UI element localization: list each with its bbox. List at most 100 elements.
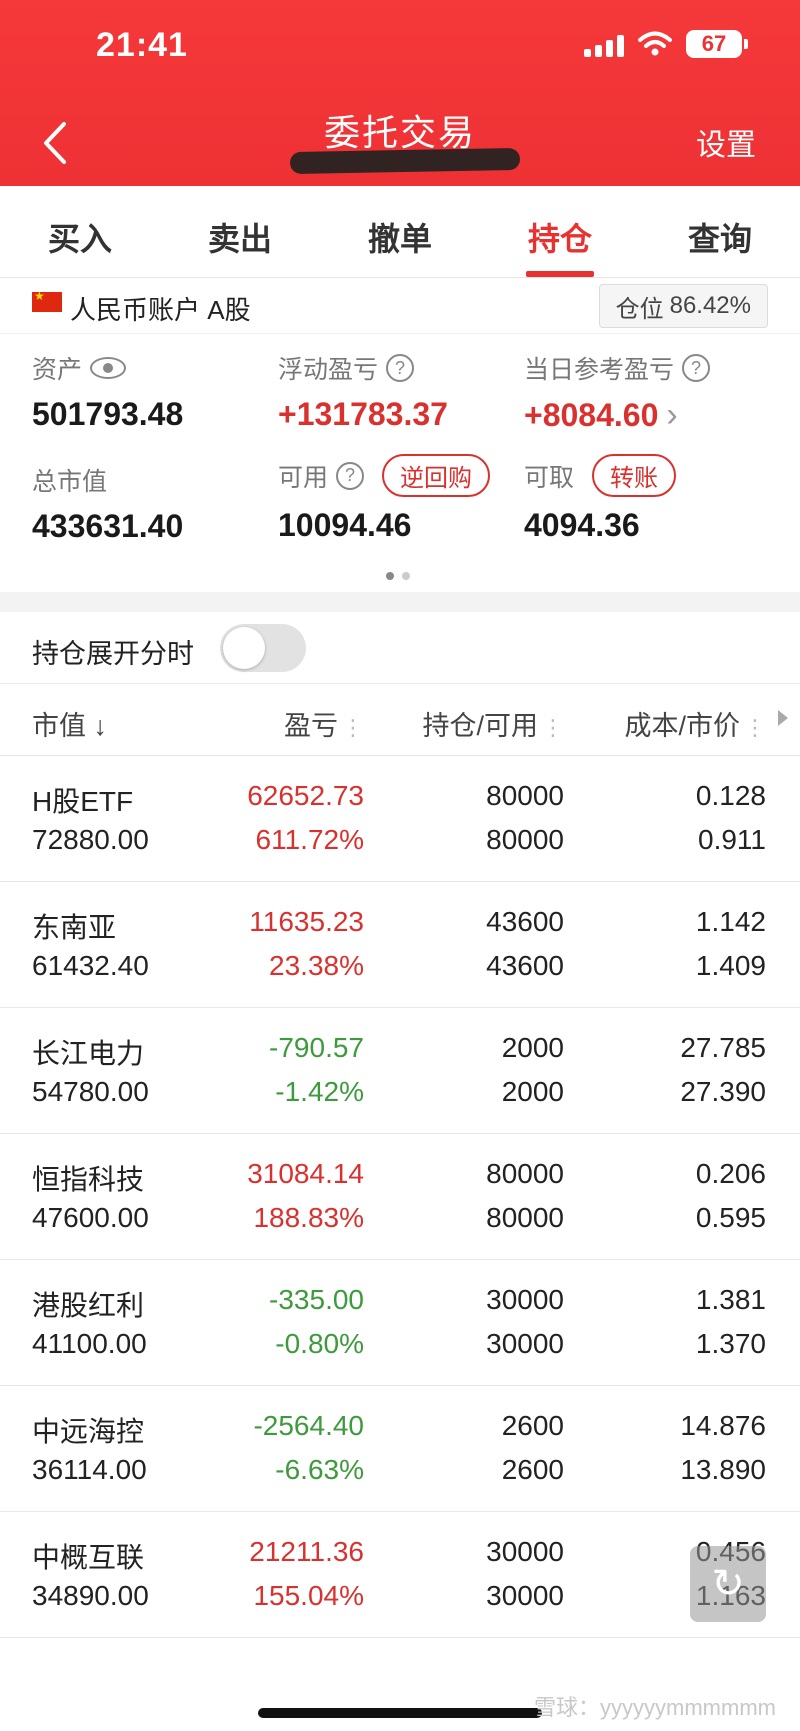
sort-pnl[interactable]: 盈亏 ⋮ (284, 704, 364, 743)
status-icons: 67 (584, 30, 748, 58)
stock-name: 长江电力 (32, 1038, 145, 1069)
wifi-icon (638, 31, 672, 56)
market-price: 0.595 (695, 1202, 766, 1233)
eye-icon[interactable] (90, 357, 127, 379)
market-value: 36114.00 (32, 1454, 147, 1485)
market-value-value: 433631.40 (32, 508, 184, 544)
pnl-percent: 23.38% (269, 950, 364, 981)
table-row[interactable]: 中远海控 36114.00 -2564.40 -6.63% 2600 2600 14.876… (0, 1386, 800, 1512)
tab-buy[interactable]: 买入 (0, 186, 160, 277)
market-value: 47600.00 (32, 1202, 149, 1233)
pnl-amount: 11635.23 (249, 906, 364, 937)
transfer-button[interactable]: 转账 (592, 454, 677, 497)
available-qty: 2600 (501, 1454, 564, 1485)
holding-qty: 30000 (486, 1284, 564, 1315)
pnl-amount: -790.57 (269, 1032, 364, 1063)
pnl-percent: 155.04% (253, 1580, 364, 1611)
tab-sell[interactable]: 卖出 (160, 186, 320, 277)
market-value: 34890.00 (32, 1580, 149, 1611)
intraday-toggle[interactable] (220, 624, 306, 672)
market-price: 1.409 (695, 950, 766, 981)
table-row[interactable]: 港股红利 41100.00 -335.00 -0.80% 30000 30000 1.381… (0, 1260, 800, 1386)
market-value: 61432.40 (32, 950, 149, 981)
available-label: 可用 (278, 463, 329, 492)
floating-pnl-value: +131783.37 (278, 396, 448, 432)
market-value: 41100.00 (32, 1328, 147, 1359)
daily-pnl-cell[interactable]: 当日参考盈亏? +8084.60 › (524, 350, 711, 435)
section-divider (0, 592, 800, 612)
position-ratio-badge: 仓位 86.42% (598, 284, 768, 328)
available-qty: 30000 (486, 1580, 564, 1611)
cost-price: 1.142 (695, 906, 766, 937)
cost-price: 14.876 (680, 1410, 766, 1441)
trade-tabs: 买入 卖出 撤单 持仓 查询 (0, 186, 800, 278)
pnl-amount: -335.00 (269, 1284, 364, 1315)
table-row[interactable]: H股ETF 72880.00 62652.73 611.72% 80000 80000 0.… (0, 756, 800, 882)
pnl-percent: -1.42% (275, 1076, 364, 1107)
refresh-icon[interactable]: ↻ (690, 1546, 766, 1622)
home-indicator (258, 1708, 542, 1718)
withdrawable-cell: 可取 转账 4094.36 (524, 454, 677, 544)
position-value: 86.42% (669, 292, 751, 319)
available-qty: 80000 (486, 1202, 564, 1233)
stock-name: 中远海控 (32, 1416, 145, 1447)
assets-label: 资产 (32, 356, 83, 384)
sort-market-value[interactable]: 市值 ↓ (32, 704, 107, 743)
cellular-signal-icon (584, 31, 624, 57)
page-indicator (386, 572, 410, 580)
holding-qty: 80000 (486, 780, 564, 811)
toggle-label: 持仓展开分时 (32, 639, 194, 669)
table-row[interactable]: 恒指科技 47600.00 31084.14 188.83% 80000 80000 0.2… (0, 1134, 800, 1260)
help-icon[interactable]: ? (682, 354, 711, 382)
cost-price: 1.381 (695, 1284, 766, 1315)
scroll-right-icon[interactable] (778, 710, 788, 726)
market-price: 1.370 (695, 1328, 766, 1359)
page-title: 委托交易 (323, 112, 476, 153)
tab-cancel[interactable]: 撤单 (320, 186, 480, 277)
intraday-toggle-row: 持仓展开分时 (0, 612, 800, 684)
sort-cost-price[interactable]: 成本/市价 ⋮ (624, 704, 766, 743)
stock-name: 中概互联 (32, 1542, 145, 1573)
pnl-percent: -6.63% (275, 1454, 364, 1485)
holding-qty: 30000 (486, 1536, 564, 1567)
account-row: 人民币账户 A股 仓位 86.42% (0, 278, 800, 334)
daily-pnl-value: +8084.60 (524, 397, 659, 433)
reverse-repo-button[interactable]: 逆回购 (382, 454, 491, 497)
withdrawable-label: 可取 (524, 463, 575, 492)
withdrawable-value: 4094.36 (524, 507, 640, 543)
account-summary: 资产 501793.48 浮动盈亏? +131783.37 当日参考盈亏? +8… (0, 350, 800, 590)
help-icon[interactable]: ? (386, 354, 415, 382)
position-label: 仓位 (615, 295, 664, 323)
stock-name: 港股红利 (32, 1290, 145, 1321)
assets-cell: 资产 501793.48 (32, 350, 183, 433)
redaction-mark (289, 147, 521, 175)
market-value-cell: 总市值 433631.40 (32, 462, 183, 545)
pnl-percent: -0.80% (275, 1328, 364, 1359)
help-icon[interactable]: ? (336, 461, 365, 490)
available-cell: 可用? 逆回购 10094.46 (278, 454, 491, 544)
chevron-right-icon[interactable]: › (666, 396, 677, 434)
tab-query[interactable]: 查询 (640, 186, 800, 277)
settings-button[interactable]: 设置 (696, 120, 756, 164)
stock-name: H股ETF (32, 786, 134, 817)
table-row[interactable]: 中概互联34890.0021211.36155.04%30000300000.4… (0, 1512, 800, 1638)
assets-value: 501793.48 (32, 396, 184, 432)
china-flag-icon (32, 289, 62, 312)
tab-holdings[interactable]: 持仓 (480, 186, 640, 277)
available-qty: 43600 (486, 950, 564, 981)
market-value: 72880.00 (32, 824, 149, 855)
app-header: 21:41 67 委托交易 设置 (0, 0, 800, 186)
market-price: 0.911 (698, 824, 766, 855)
table-row[interactable]: 长江电力 54780.00 -790.57 -1.42% 2000 2000 27.785 2… (0, 1008, 800, 1134)
holding-qty: 43600 (486, 906, 564, 937)
holding-qty: 80000 (486, 1158, 564, 1189)
stock-name: 东南亚 (32, 912, 117, 943)
holdings-column-header: 市值 ↓ 盈亏 ⋮ 持仓/可用 ⋮ 成本/市价 ⋮ (0, 684, 800, 756)
account-label[interactable]: 人民币账户 A股 (70, 290, 251, 327)
market-value-label: 总市值 (32, 468, 108, 496)
sort-hold-avail[interactable]: 持仓/可用 ⋮ (422, 704, 564, 743)
pnl-percent: 611.72% (255, 824, 364, 855)
table-row[interactable]: 东南亚 61432.40 11635.23 23.38% 43600 43600 1.142… (0, 882, 800, 1008)
status-time: 21:41 (96, 26, 188, 64)
available-qty: 2000 (501, 1076, 564, 1107)
